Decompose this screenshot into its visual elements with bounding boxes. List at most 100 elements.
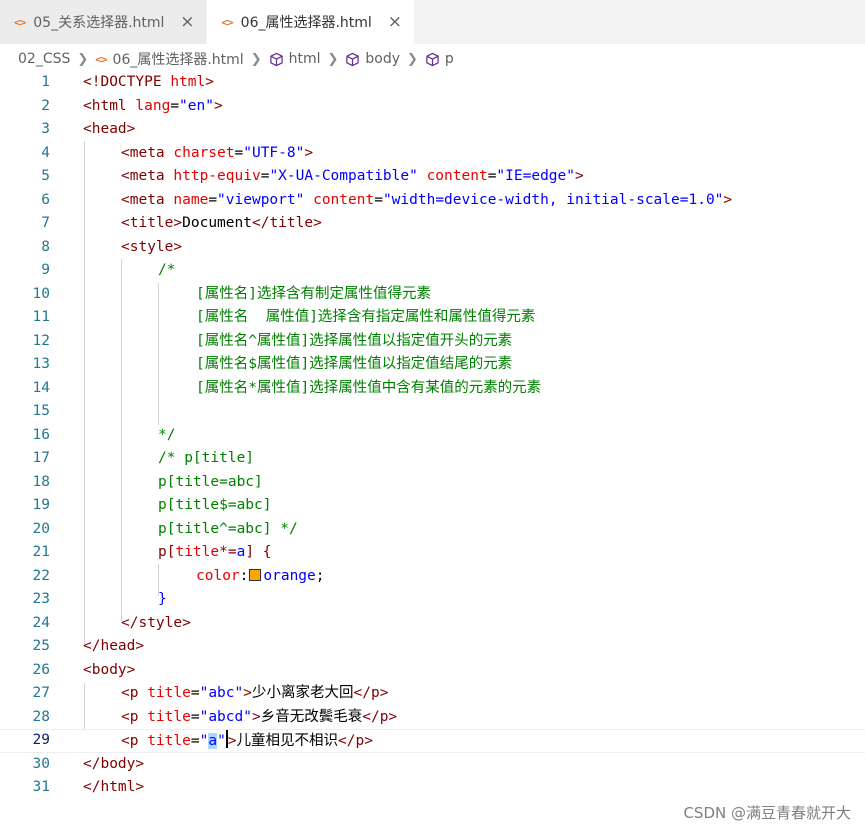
breadcrumb-item-folder[interactable]: 02_CSS [18,51,70,67]
line-number: 4 [41,144,50,161]
line-number: 22 [32,567,50,584]
token: > [126,661,136,678]
line-number: 17 [32,450,50,466]
code-line[interactable]: 8 <style> [0,236,865,260]
line-number: 6 [41,191,50,208]
code-line[interactable]: 24 </style> [0,612,865,636]
code-line[interactable]: 6 <meta name="viewport" content="width=de… [0,189,865,213]
tag-name: body [91,661,127,678]
code-line[interactable]: 7 <title>Document</title> [0,212,865,236]
line-number: 26 [32,661,50,678]
token: </ [121,614,139,631]
breadcrumb-item-file[interactable]: <> 06_属性选择器.html [95,49,243,69]
token: = [190,733,200,749]
token: < [121,215,130,231]
doctype-value: html [170,74,206,90]
breadcrumb-item-html[interactable]: html [269,51,320,67]
code-line[interactable]: 4 <meta charset="UTF-8"> [0,142,865,166]
token: < [121,733,130,749]
comment: /* p[title] [158,450,255,466]
code-line[interactable]: 30 </body> [0,753,865,777]
line-number: 28 [32,708,50,725]
code-line[interactable]: 1 <!DOCTYPE html> [0,71,865,95]
code-line[interactable]: 18 p[title=abc] [0,471,865,495]
text: 少小离家老大回 [251,685,354,701]
code-line[interactable]: 21 p[title*=a] { [0,541,865,565]
attr-value: "X-UA-Compatible" [269,168,418,184]
code-line[interactable]: 26 <body> [0,659,865,683]
code-line[interactable]: 20 p[title^=abc] */ [0,518,865,542]
line-number: 1 [41,74,50,90]
token: > [135,638,145,654]
comment: p[title=abc] [158,473,263,490]
tab-05-relation-selector[interactable]: <> 05_关系选择器.html × [0,0,208,44]
code-text: p[title*=a] { [158,541,272,565]
close-icon[interactable]: × [386,12,404,32]
token: : [239,567,249,584]
code-line[interactable]: 15 [0,400,865,424]
token: > [227,733,237,749]
code-line[interactable]: 14 [属性名*属性值]选择属性值中含有某值的元素的元素 [0,377,865,401]
attr-value: "abcd" [199,708,252,725]
symbol-cube-icon [346,52,360,66]
code-text: <p title="abcd">乡音无改鬓毛衰</p> [121,706,397,730]
line-number: 16 [32,426,50,443]
code-line[interactable]: 9 /* [0,259,865,283]
code-line[interactable]: 31 </html> [0,776,865,800]
code-text: <style> [121,236,182,260]
attr-name: name [173,191,209,208]
breadcrumb-item-body[interactable]: body [345,51,400,67]
token: > [304,144,314,161]
code-editor[interactable]: 1 <!DOCTYPE html> 2 <html lang="en"> 3 <hea… [0,71,865,811]
symbol-cube-icon [269,52,283,66]
html-file-icon: <> [14,15,26,29]
code-line[interactable]: 17 /* p[title] [0,447,865,471]
code-line[interactable]: 28 <p title="abcd">乡音无改鬓毛衰</p> [0,706,865,730]
code-line[interactable]: 27 <p title="abc">少小离家老大回</p> [0,682,865,706]
code-line[interactable]: 3 <head> [0,118,865,142]
token: </ [83,779,101,795]
attr-name: title [147,708,191,725]
tag-name: style [138,614,183,631]
code-line[interactable]: 23} [0,588,865,612]
code-line[interactable]: 2 <html lang="en"> [0,95,865,119]
attr-value: "en" [179,97,214,114]
brace: } [158,591,167,607]
selector: p[ [158,544,176,560]
code-line[interactable]: 19 p[title$=abc] [0,494,865,518]
color-swatch-icon[interactable] [249,568,262,581]
close-icon[interactable]: × [178,12,196,32]
token: > [126,121,136,137]
token: </ [353,685,371,701]
token: = [234,144,244,161]
token: = [170,97,180,114]
chevron-right-icon: ❯ [327,51,339,67]
line-number: 11 [32,309,50,325]
tag-name: meta [129,144,165,161]
code-line[interactable]: 16 */ [0,424,865,448]
code-line[interactable]: 10 [属性名]选择含有制定属性值得元素 [0,283,865,307]
tag-name: meta [129,191,165,208]
code-line[interactable]: 25 </head> [0,635,865,659]
token: < [121,238,130,255]
tab-06-attribute-selector[interactable]: <> 06_属性选择器.html × [207,0,415,44]
line-number: 14 [32,379,50,396]
code-line[interactable]: 5 <meta http-equiv="X-UA-Compatible" cont… [0,165,865,189]
tag-name: title [269,215,314,231]
token: < [83,97,92,114]
code-text: </style> [121,612,191,636]
comment: */ [158,426,176,443]
token: = [190,708,200,725]
text: 乡音无改鬓毛衰 [260,708,363,725]
code-line[interactable]: 13 [属性名$属性值]选择属性值以指定值结尾的元素 [0,353,865,377]
token: ] { [245,544,272,560]
code-line[interactable]: 22 color: orange; [0,565,865,589]
code-line[interactable]: 11 [属性名 属性值]选择含有指定属性和属性值得元素 [0,306,865,330]
comment: [属性名^属性值]选择属性值以指定值开头的元素 [196,332,513,349]
code-line[interactable]: 12 [属性名^属性值]选择属性值以指定值开头的元素 [0,330,865,354]
code-line-current[interactable]: 29 <p title="a" >儿童相见不相识</p> [0,729,865,753]
breadcrumb-item-p[interactable]: p [425,51,454,67]
line-number: 18 [32,473,50,490]
attr-name: http-equiv [173,168,261,184]
tag-name: meta [129,168,165,184]
